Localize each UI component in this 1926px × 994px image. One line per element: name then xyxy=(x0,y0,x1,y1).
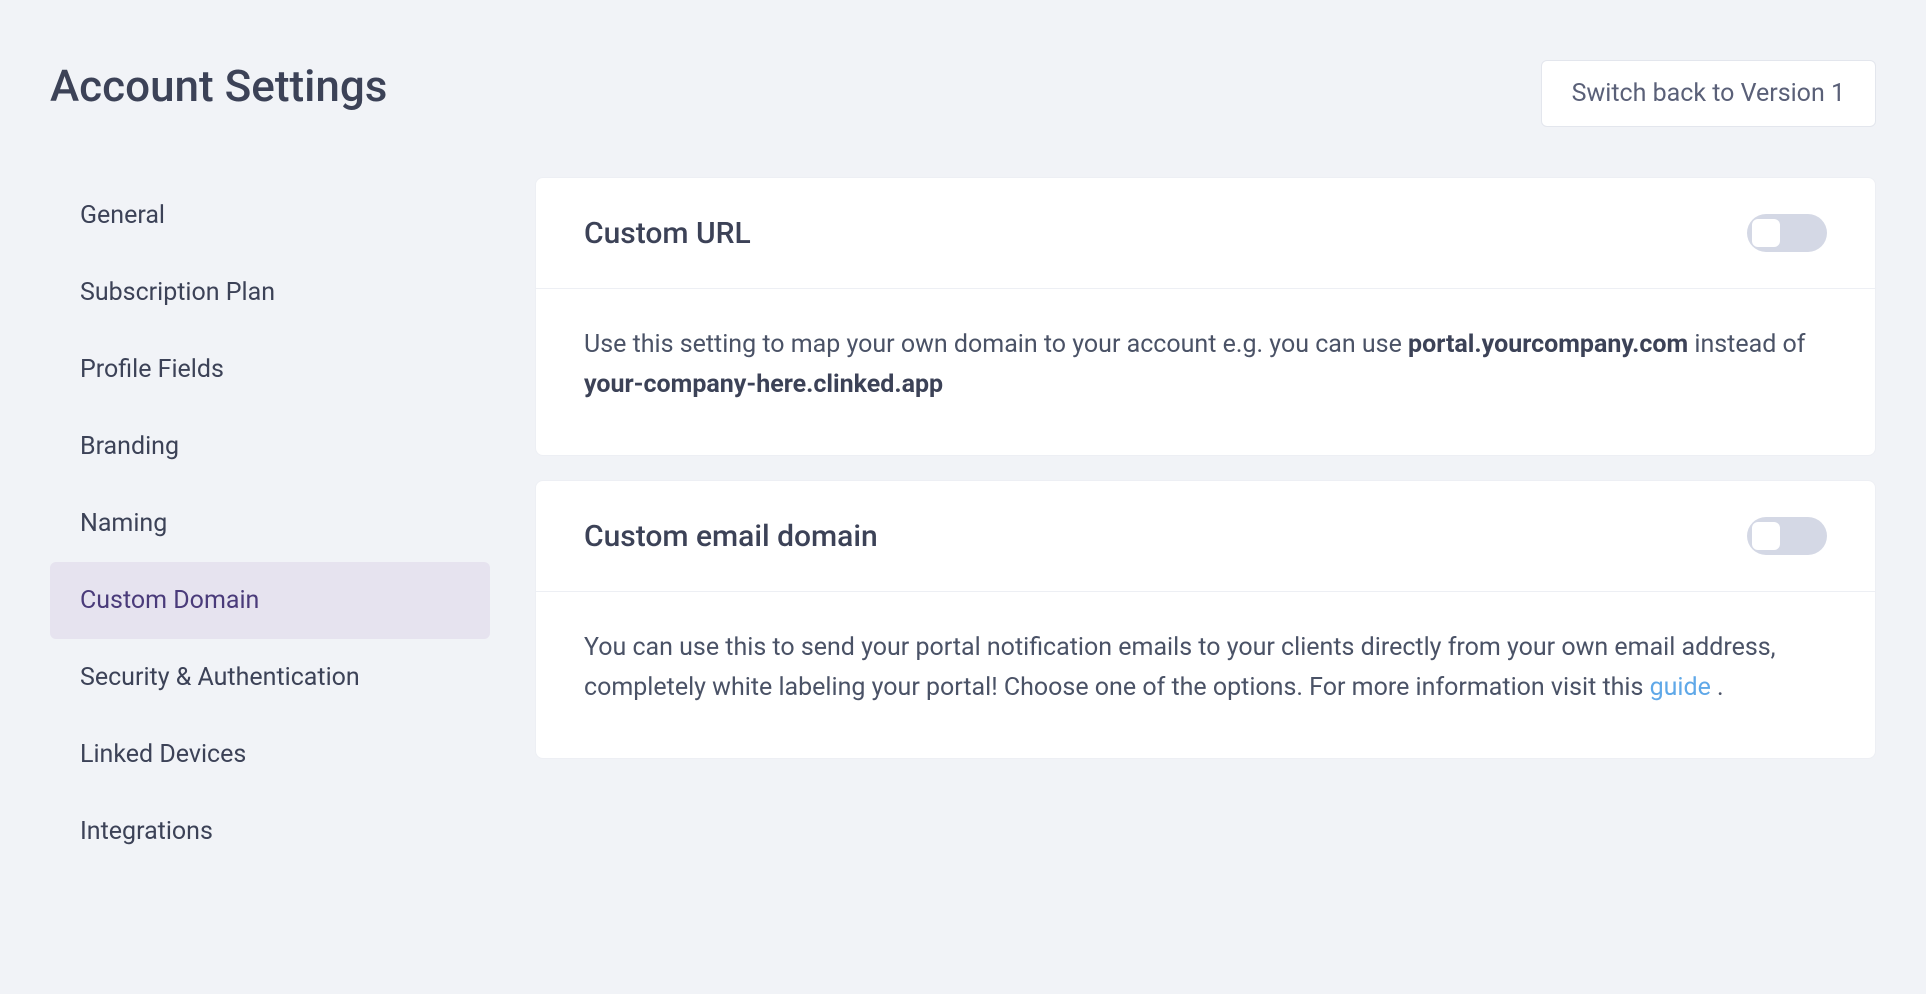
custom-email-title: Custom email domain xyxy=(584,519,878,554)
desc-bold-domain1: portal.yourcompany.com xyxy=(1408,330,1688,359)
page-title: Account Settings xyxy=(50,60,387,112)
custom-email-card-header: Custom email domain xyxy=(536,481,1875,592)
switch-back-button[interactable]: Switch back to Version 1 xyxy=(1541,60,1876,127)
custom-url-description: Use this setting to map your own domain … xyxy=(584,325,1827,405)
custom-email-card: Custom email domain You can use this to … xyxy=(535,480,1876,759)
custom-url-card: Custom URL Use this setting to map your … xyxy=(535,177,1876,456)
desc-text: . xyxy=(1711,673,1724,702)
main-content: Custom URL Use this setting to map your … xyxy=(535,177,1876,870)
sidebar-item-branding[interactable]: Branding xyxy=(50,408,490,485)
sidebar-item-general[interactable]: General xyxy=(50,177,490,254)
desc-text: You can use this to send your portal not… xyxy=(584,633,1776,702)
sidebar: General Subscription Plan Profile Fields… xyxy=(50,177,490,870)
page-header: Account Settings Switch back to Version … xyxy=(50,60,1876,127)
custom-email-card-body: You can use this to send your portal not… xyxy=(536,592,1875,758)
sidebar-item-integrations[interactable]: Integrations xyxy=(50,793,490,870)
sidebar-item-subscription-plan[interactable]: Subscription Plan xyxy=(50,254,490,331)
custom-url-title: Custom URL xyxy=(584,216,751,251)
custom-url-card-header: Custom URL xyxy=(536,178,1875,289)
toggle-knob xyxy=(1752,522,1780,550)
sidebar-item-profile-fields[interactable]: Profile Fields xyxy=(50,331,490,408)
desc-text: Use this setting to map your own domain … xyxy=(584,330,1408,359)
custom-email-toggle[interactable] xyxy=(1747,517,1827,555)
sidebar-item-naming[interactable]: Naming xyxy=(50,485,490,562)
custom-url-toggle[interactable] xyxy=(1747,214,1827,252)
custom-url-card-body: Use this setting to map your own domain … xyxy=(536,289,1875,455)
sidebar-item-custom-domain[interactable]: Custom Domain xyxy=(50,562,490,639)
toggle-knob xyxy=(1752,219,1780,247)
custom-email-description: You can use this to send your portal not… xyxy=(584,628,1827,708)
desc-text: instead of xyxy=(1688,330,1805,359)
sidebar-item-linked-devices[interactable]: Linked Devices xyxy=(50,716,490,793)
desc-bold-domain2: your-company-here.clinked.app xyxy=(584,370,943,399)
guide-link[interactable]: guide xyxy=(1650,673,1711,702)
sidebar-item-security-authentication[interactable]: Security & Authentication xyxy=(50,639,490,716)
